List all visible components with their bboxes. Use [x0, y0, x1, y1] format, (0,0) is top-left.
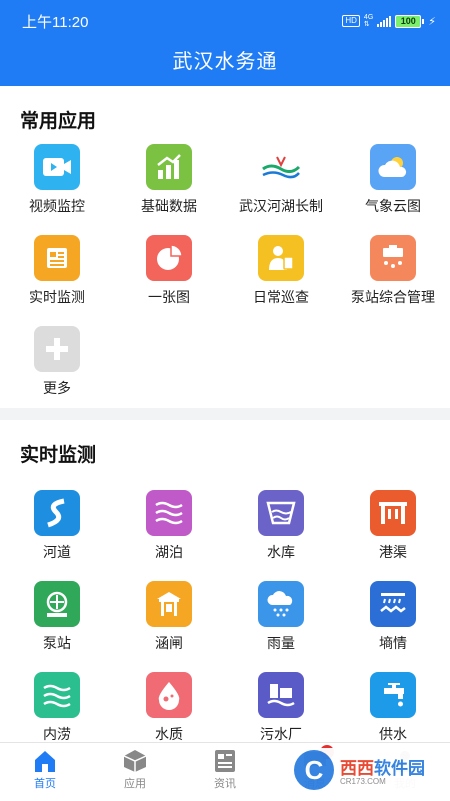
news-icon — [212, 749, 238, 773]
realtime-item-label: 泵站 — [43, 635, 71, 651]
realtime-item-label: 河道 — [43, 544, 71, 560]
common-apps-section: 常用应用 视频监控 基础数据 武汉河湖长制 气象云图实时监测 一张图 日常巡查 泵站综合管理… — [0, 86, 450, 408]
realtime-item-label: 供水 — [379, 726, 407, 742]
common-app-item-label: 泵站综合管理 — [351, 289, 435, 305]
bar-chart-icon — [146, 144, 192, 190]
sewage-plant-icon — [258, 672, 304, 718]
common-app-item-label: 更多 — [43, 380, 71, 396]
pump-icon — [34, 581, 80, 627]
realtime-item-6[interactable]: 雨量 — [225, 581, 337, 653]
tab-label: 应用 — [124, 778, 146, 790]
common-app-item-5[interactable]: 一张图 — [113, 235, 225, 307]
realtime-item-10[interactable]: 污水厂 — [225, 672, 337, 744]
common-app-item-label: 武汉河湖长制 — [239, 198, 323, 214]
monitor-doc-icon — [34, 235, 80, 281]
realtime-item-8[interactable]: 内涝 — [1, 672, 113, 744]
plus-icon — [34, 326, 80, 372]
rain-cloud-icon — [258, 581, 304, 627]
river-channel-icon — [34, 490, 80, 536]
river-logo-icon — [258, 144, 304, 190]
signal-icon — [377, 15, 392, 27]
realtime-item-label: 涵闸 — [155, 635, 183, 651]
common-app-item-6[interactable]: 日常巡查 — [225, 235, 337, 307]
tab-1[interactable]: 应用 — [90, 743, 180, 801]
pump-station-icon — [370, 235, 416, 281]
reservoir-icon — [258, 490, 304, 536]
realtime-item-label: 内涝 — [43, 726, 71, 742]
hd-icon: HD — [342, 15, 360, 27]
network-indicator: 4G ⇅ — [363, 14, 374, 28]
battery-level: 100 — [395, 14, 422, 28]
realtime-section: 实时监测 河道 湖泊 水库 港渠泵站 涵闸 雨量 墒情内涝 水质 污水厂 供水 — [0, 420, 450, 742]
realtime-item-label: 港渠 — [379, 544, 407, 560]
common-app-item-label: 气象云图 — [365, 198, 421, 214]
tab-label: 首页 — [34, 778, 56, 790]
common-app-item-label: 日常巡查 — [253, 289, 309, 305]
realtime-item-3[interactable]: 港渠 — [337, 490, 449, 562]
realtime-item-label: 污水厂 — [260, 726, 302, 742]
common-app-item-7[interactable]: 泵站综合管理 — [337, 235, 449, 307]
realtime-item-9[interactable]: 水质 — [113, 672, 225, 744]
status-time: 上午11:20 — [22, 13, 89, 31]
home-icon — [32, 749, 58, 773]
realtime-item-label: 墒情 — [379, 635, 407, 651]
watermark-name-a: 西西 — [340, 759, 374, 778]
realtime-item-7[interactable]: 墒情 — [337, 581, 449, 653]
canal-gate-icon — [370, 490, 416, 536]
section-title-common: 常用应用 — [20, 111, 97, 132]
common-app-item-label: 视频监控 — [29, 198, 85, 214]
realtime-item-label: 湖泊 — [155, 544, 183, 560]
realtime-item-2[interactable]: 水库 — [225, 490, 337, 562]
watermark-circle: C — [294, 750, 334, 790]
waterlogging-icon — [34, 672, 80, 718]
common-app-item-4[interactable]: 实时监测 — [1, 235, 113, 307]
common-app-item-label: 实时监测 — [29, 289, 85, 305]
water-tap-icon — [370, 672, 416, 718]
common-app-item-0[interactable]: 视频监控 — [1, 144, 113, 216]
soil-moisture-icon — [370, 581, 416, 627]
common-app-item-1[interactable]: 基础数据 — [113, 144, 225, 216]
common-app-item-label: 一张图 — [148, 289, 190, 305]
common-app-item-3[interactable]: 气象云图 — [337, 144, 449, 216]
status-icons: HD 4G ⇅ 100 ⚡ — [342, 14, 436, 28]
pie-chart-icon — [146, 235, 192, 281]
watermark-logo: C 西西软件园 CR173.COM — [290, 748, 450, 792]
video-camera-icon — [34, 144, 80, 190]
realtime-item-4[interactable]: 泵站 — [1, 581, 113, 653]
water-quality-icon — [146, 672, 192, 718]
common-app-item-2[interactable]: 武汉河湖长制 — [225, 144, 337, 216]
watermark-url: CR173.COM — [340, 777, 386, 786]
charging-icon: ⚡ — [428, 15, 436, 28]
realtime-item-label: 雨量 — [267, 635, 295, 651]
common-app-item-8[interactable]: 更多 — [1, 326, 113, 398]
battery-icon: 100 — [395, 14, 425, 28]
realtime-item-1[interactable]: 湖泊 — [113, 490, 225, 562]
status-bar: 上午11:20 HD 4G ⇅ 100 ⚡ — [0, 0, 450, 42]
apps-cube-icon — [122, 749, 148, 773]
realtime-item-label: 水质 — [155, 726, 183, 742]
section-title-realtime: 实时监测 — [20, 445, 97, 466]
tab-2[interactable]: 资讯 — [180, 743, 270, 801]
realtime-item-11[interactable]: 供水 — [337, 672, 449, 744]
lake-waves-icon — [146, 490, 192, 536]
weather-cloud-icon — [370, 144, 416, 190]
tab-label: 资讯 — [214, 778, 236, 790]
realtime-item-label: 水库 — [267, 544, 295, 560]
watermark-name-b: 软件园 — [374, 759, 425, 778]
tab-0[interactable]: 首页 — [0, 743, 90, 801]
inspector-icon — [258, 235, 304, 281]
sluice-icon — [146, 581, 192, 627]
common-app-item-label: 基础数据 — [141, 198, 197, 214]
realtime-item-0[interactable]: 河道 — [1, 490, 113, 562]
app-title: 武汉水务通 — [0, 42, 450, 86]
realtime-item-5[interactable]: 涵闸 — [113, 581, 225, 653]
